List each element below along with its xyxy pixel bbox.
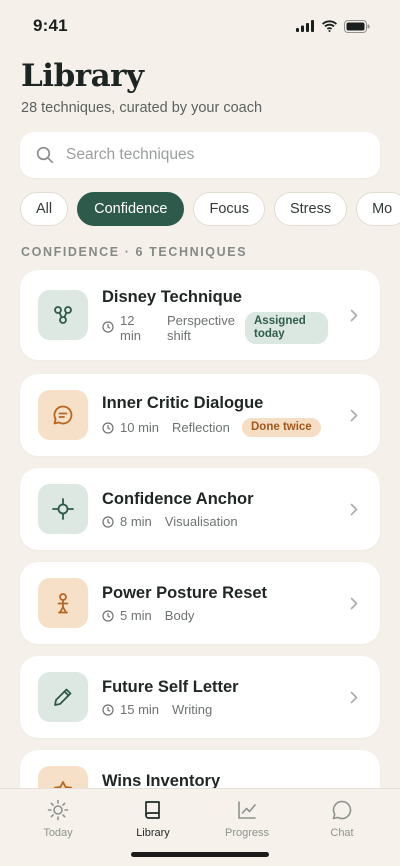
tab-label: Library xyxy=(136,827,170,839)
chevron-right-icon xyxy=(350,503,358,516)
tab-today[interactable]: Today xyxy=(18,799,98,839)
technique-card-inner-critic[interactable]: Inner Critic Dialogue 10 min Reflection … xyxy=(20,374,380,456)
search-input[interactable] xyxy=(66,146,346,164)
technique-title: Power Posture Reset xyxy=(102,584,268,602)
clock-icon xyxy=(102,321,114,333)
status-bar: 9:41 xyxy=(0,0,400,52)
status-time: 9:41 xyxy=(33,16,68,35)
technique-card-confidence-anchor[interactable]: Confidence Anchor 8 min Visualisation xyxy=(20,468,380,550)
technique-meta: 10 min Reflection xyxy=(102,420,230,435)
page-subtitle: 28 techniques, curated by your coach xyxy=(21,100,263,116)
section-label: CONFIDENCE · 6 TECHNIQUES xyxy=(21,245,248,259)
tab-chat[interactable]: Chat xyxy=(302,799,382,839)
filter-chips: All Confidence Focus Stress Mo xyxy=(20,192,400,226)
filter-chip-confidence[interactable]: Confidence xyxy=(77,192,185,226)
technique-meta: 5 min Body xyxy=(102,608,194,623)
crosshair-icon xyxy=(52,498,74,520)
technique-duration: 5 min xyxy=(120,608,152,623)
technique-duration: 15 min xyxy=(120,702,160,717)
technique-meta: 15 min Writing xyxy=(102,702,212,717)
tab-label: Chat xyxy=(330,827,354,839)
technique-card-power-posture[interactable]: Power Posture Reset 5 min Body xyxy=(20,562,380,644)
technique-title: Confidence Anchor xyxy=(102,490,254,508)
technique-tile xyxy=(38,672,88,722)
technique-duration: 12 min xyxy=(120,313,141,343)
chat-bubble-icon xyxy=(53,405,73,425)
chevron-right-icon xyxy=(350,691,358,704)
signal-icon xyxy=(296,20,314,32)
chart-icon xyxy=(238,801,256,819)
technique-category: Body xyxy=(164,608,195,623)
technique-duration: 8 min xyxy=(120,514,152,529)
filter-chip-more[interactable]: Mo xyxy=(356,192,400,226)
search-bar[interactable] xyxy=(20,132,380,178)
technique-meta: 12 min Perspective shift xyxy=(102,313,247,343)
book-icon xyxy=(145,801,160,819)
pen-icon xyxy=(54,688,72,706)
clock-icon xyxy=(102,515,114,528)
technique-category: Reflection xyxy=(172,420,230,435)
nodes-icon xyxy=(54,306,72,324)
home-indicator xyxy=(131,852,269,857)
technique-title: Inner Critic Dialogue xyxy=(102,394,264,412)
filter-chip-all[interactable]: All xyxy=(20,192,69,226)
technique-duration: 10 min xyxy=(120,420,160,435)
technique-title: Future Self Letter xyxy=(102,678,239,696)
technique-tile xyxy=(38,578,88,628)
person-icon xyxy=(57,593,69,614)
filter-chip-focus[interactable]: Focus xyxy=(193,192,265,226)
clock-icon xyxy=(102,609,114,622)
wifi-icon xyxy=(322,20,337,32)
filter-chip-stress[interactable]: Stress xyxy=(273,192,348,226)
chevron-right-icon xyxy=(350,309,358,322)
search-icon xyxy=(36,146,54,164)
page-title: Library xyxy=(21,58,144,94)
technique-title: Disney Technique xyxy=(102,288,242,306)
technique-tile xyxy=(38,390,88,440)
technique-card-disney[interactable]: Disney Technique 12 min Perspective shif… xyxy=(20,270,380,360)
clock-icon xyxy=(102,703,114,716)
technique-tile xyxy=(38,484,88,534)
technique-category: Writing xyxy=(172,702,213,717)
battery-icon xyxy=(344,19,370,33)
technique-tile xyxy=(38,290,88,340)
status-icons xyxy=(296,19,370,33)
technique-meta: 8 min Visualisation xyxy=(102,514,238,529)
technique-category: Perspective shift xyxy=(167,313,235,343)
clock-icon xyxy=(102,421,114,434)
chevron-right-icon xyxy=(350,409,358,422)
status-badge: Assigned today xyxy=(245,312,328,344)
sun-icon xyxy=(47,799,69,821)
chat-icon xyxy=(332,800,352,820)
status-badge: Done twice xyxy=(242,418,321,437)
tab-library[interactable]: Library xyxy=(113,799,193,839)
technique-card-future-self[interactable]: Future Self Letter 15 min Writing xyxy=(20,656,380,738)
chevron-right-icon xyxy=(350,597,358,610)
tab-progress[interactable]: Progress xyxy=(207,799,287,839)
technique-category: Visualisation xyxy=(164,514,238,529)
tab-label: Today xyxy=(43,827,73,839)
header: Library 28 techniques, curated by your c… xyxy=(21,58,262,116)
tab-label: Progress xyxy=(224,827,270,839)
